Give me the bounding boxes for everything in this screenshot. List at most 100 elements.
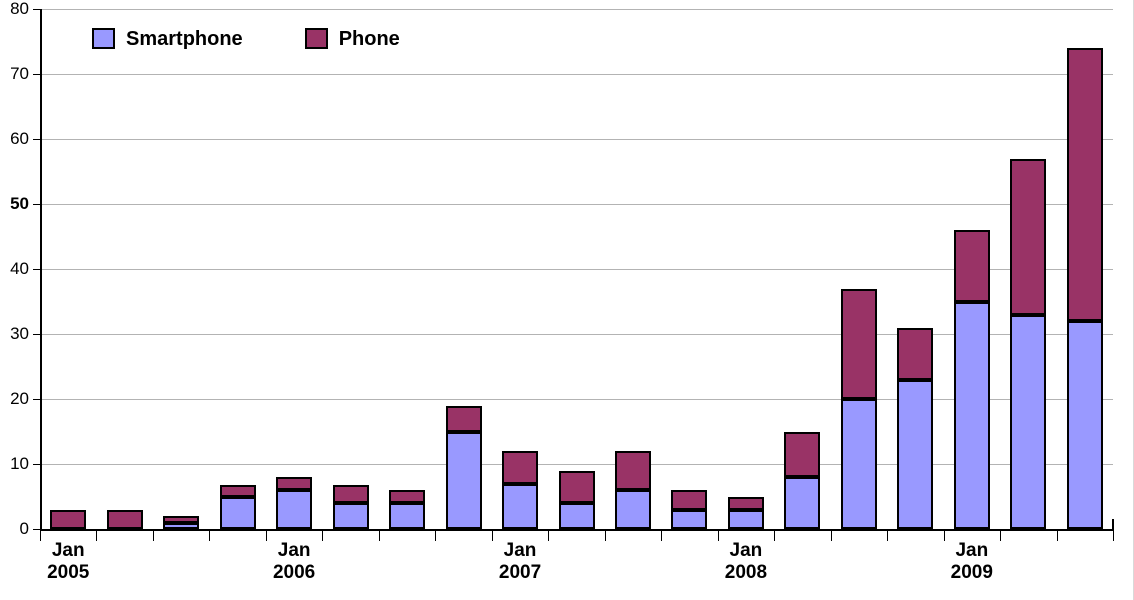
bar-group[interactable] [502,9,539,529]
y-tick-label-0: 0 [19,519,29,538]
y-tick-mark-70 [33,74,40,75]
x-tick-label-year: 2008 [724,562,768,584]
y-tick-label-30: 30 [10,324,29,343]
x-tick-mark [1113,531,1114,541]
y-tick-mark-0 [33,529,40,530]
chart-container: 0 10 20 30 40 50 60 70 80 Jan 2005 Jan 2006 Jan 2007 J… [0,0,1134,600]
chart-legend: Smartphone Phone [92,28,400,49]
y-tick-mark-10 [33,464,40,465]
bar-segment-smartphone[interactable] [840,399,877,529]
bar-segment-phone[interactable] [445,405,482,432]
y-tick-label-60: 60 [10,129,29,148]
bar-segment-smartphone[interactable] [445,431,482,529]
bar-segment-phone[interactable] [106,509,143,529]
bar-segment-phone[interactable] [897,327,934,380]
bar-segment-phone[interactable] [1066,48,1103,321]
bar-group[interactable] [389,9,426,529]
x-tick-label-2006: Jan 2006 [234,540,354,585]
x-tick-label-2005: Jan 2005 [8,540,128,585]
y-tick-mark-50 [33,204,40,205]
bar-group[interactable] [276,9,313,529]
legend-entry-smartphone[interactable]: Smartphone [92,28,243,49]
x-axis-right-cap [1112,519,1114,531]
x-tick-mark [887,531,889,541]
bar-segment-phone[interactable] [389,490,426,503]
y-tick-mark-30 [33,334,40,335]
bar-group[interactable] [1010,9,1047,529]
bar-group[interactable] [784,9,821,529]
x-tick-mark [209,531,211,541]
x-tick-mark [661,531,663,541]
bar-group[interactable] [840,9,877,529]
x-tick-mark [152,531,154,541]
bar-segment-smartphone[interactable] [671,509,708,529]
bar-segment-phone[interactable] [671,490,708,510]
bar-segment-phone[interactable] [840,288,877,399]
bar-segment-smartphone[interactable] [1010,314,1047,529]
bar-segment-smartphone[interactable] [389,503,426,529]
bar-segment-smartphone[interactable] [1066,321,1103,529]
bar-segment-phone[interactable] [784,431,821,477]
bar-segment-smartphone[interactable] [727,509,764,529]
y-axis-line [40,9,42,531]
x-tick-label-year: 2007 [498,562,542,584]
bar-segment-phone[interactable] [953,230,990,302]
x-tick-label-month: Jan [955,540,989,561]
bar-segment-phone[interactable] [276,477,313,490]
bar-segment-phone[interactable] [332,484,369,503]
bar-segment-phone[interactable] [50,509,87,529]
bar-group[interactable] [1066,9,1103,529]
bar-group[interactable] [50,9,87,529]
bar-segment-smartphone[interactable] [784,477,821,529]
bar-segment-phone[interactable] [614,451,651,490]
x-tick-mark [378,531,380,541]
y-tick-mark-80 [33,9,40,10]
bar-segment-smartphone[interactable] [558,503,595,529]
bar-group[interactable] [727,9,764,529]
x-tick-mark [604,531,606,541]
bar-segment-phone[interactable] [727,496,764,510]
y-tick-mark-20 [33,399,40,400]
bar-group[interactable] [897,9,934,529]
x-tick-mark [435,531,437,541]
legend-swatch-icon-phone [304,28,328,49]
legend-label-phone: Phone [338,27,400,50]
x-tick-label-year: 2005 [47,562,90,584]
bar-segment-smartphone[interactable] [163,522,200,529]
y-tick-label-20: 20 [10,389,29,408]
bar-group[interactable] [953,9,990,529]
bar-group[interactable] [219,9,256,529]
x-tick-label-2008: Jan 2008 [686,540,806,585]
y-tick-mark-60 [33,139,40,140]
x-tick-label-month: Jan [503,540,537,561]
legend-label-smartphone: Smartphone [126,27,243,50]
bar-segment-smartphone[interactable] [276,490,313,529]
bar-group[interactable] [671,9,708,529]
y-tick-label-50: 50 [10,194,29,213]
bar-group[interactable] [106,9,143,529]
x-tick-mark [1056,531,1058,541]
bar-segment-smartphone[interactable] [897,379,934,529]
bar-group[interactable] [558,9,595,529]
y-tick-label-10: 10 [10,454,29,473]
bar-group[interactable] [332,9,369,529]
bar-segment-smartphone[interactable] [219,496,256,529]
bar-segment-phone[interactable] [502,451,539,484]
bar-group[interactable] [445,9,482,529]
bar-segment-phone[interactable] [1010,158,1047,315]
y-tick-label-80: 80 [10,0,29,18]
bar-segment-phone[interactable] [558,470,595,503]
bar-group[interactable] [163,9,200,529]
bar-segment-smartphone[interactable] [502,483,539,529]
bar-segment-smartphone[interactable] [953,301,990,529]
bar-segment-smartphone[interactable] [332,503,369,529]
x-tick-label-month: Jan [729,540,763,561]
y-tick-label-40: 40 [10,259,29,278]
bar-group[interactable] [614,9,651,529]
legend-entry-phone[interactable]: Phone [304,27,400,50]
bar-segment-phone[interactable] [219,484,256,497]
bar-segment-phone[interactable] [163,516,200,523]
bar-segment-smartphone[interactable] [614,490,651,529]
legend-swatch-icon-smartphone [92,28,115,49]
x-tick-label-month: Jan [277,540,311,561]
